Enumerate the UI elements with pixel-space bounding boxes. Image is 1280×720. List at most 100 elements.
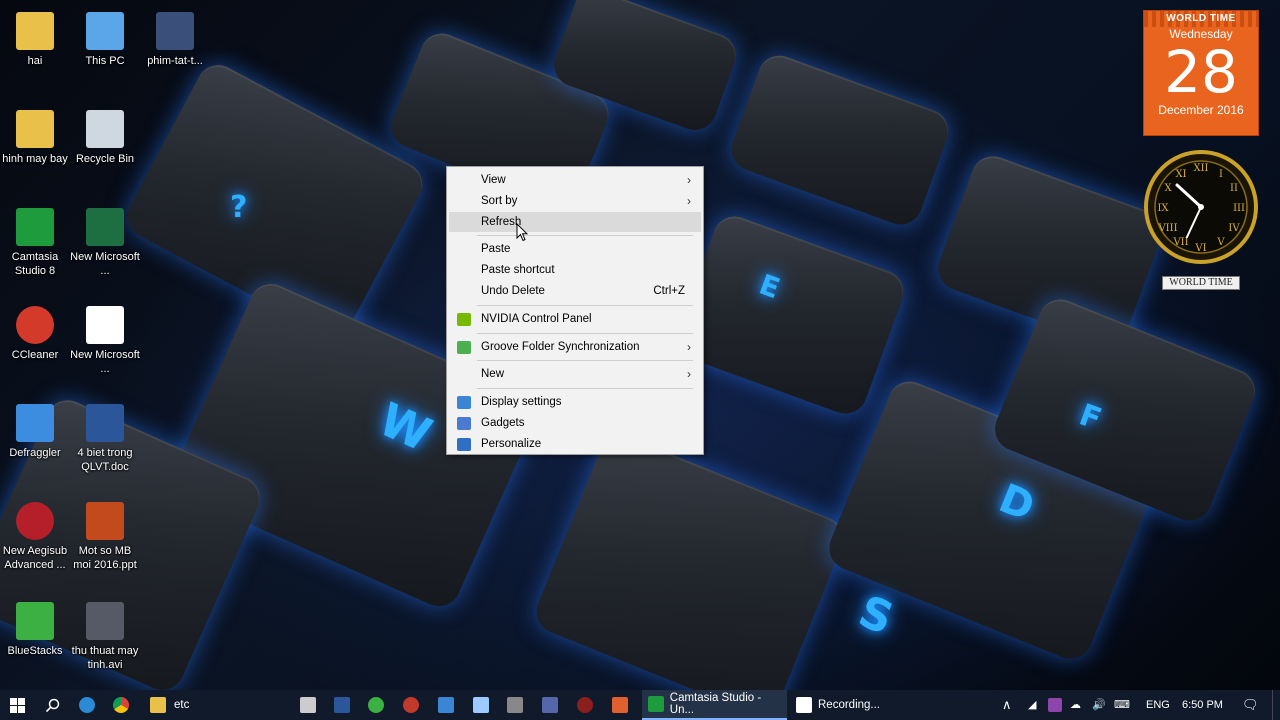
menu-item-paste-shortcut[interactable]: Paste shortcut	[449, 260, 701, 281]
chevron-right-icon: ›	[687, 367, 691, 382]
world-time-label: WORLD TIME	[1162, 276, 1240, 290]
desktop-icon-bluestacks[interactable]: BlueStacks	[0, 602, 71, 658]
taskbar-edge[interactable]	[70, 690, 104, 720]
desktop-icon-this-pc[interactable]: This PC	[69, 12, 141, 68]
desktop-icon-recycle-bin[interactable]: Recycle Bin	[69, 110, 141, 166]
menu-item-paste[interactable]: Paste	[449, 239, 701, 260]
menu-item-view[interactable]: View ›	[449, 170, 701, 191]
desktop-icon-label: 4 biet trong QLVT.doc	[77, 447, 133, 473]
desktop-icon-label: CCleaner	[11, 349, 59, 361]
tray-keyboard-icon[interactable]: ⌨	[1114, 690, 1134, 720]
svg-text:VIII: VIII	[1157, 223, 1177, 234]
groove-icon	[457, 340, 471, 354]
video-file-icon	[86, 602, 124, 640]
defraggler-icon	[16, 404, 54, 442]
app-orange-icon	[612, 697, 628, 713]
menu-item-new[interactable]: New ›	[449, 364, 701, 385]
show-hidden-icons-button[interactable]: ∧	[1002, 690, 1018, 720]
document-file-icon	[86, 306, 124, 344]
taskbar-chrome[interactable]	[104, 690, 138, 720]
taskbar-quick-0[interactable]	[296, 690, 320, 720]
desktop-icon-ppt[interactable]: Mot so MB moi 2016.ppt	[69, 502, 141, 572]
desktop-icon-aegisub[interactable]: New Aegisub Advanced ...	[0, 502, 71, 572]
svg-text:VI: VI	[1194, 243, 1206, 254]
desktop[interactable]: ? W D S E F hai This PC phim-tat-t... hi…	[0, 0, 1280, 690]
edge-icon	[79, 697, 95, 713]
recycle-bin-icon	[86, 110, 124, 148]
desktop-icon-label: Mot so MB moi 2016.ppt	[73, 545, 137, 571]
wallpaper-glow: ?	[230, 190, 248, 225]
notepad-icon	[473, 697, 489, 713]
taskbar-quick-6[interactable]	[503, 690, 527, 720]
menu-item-label: Groove Folder Synchronization	[481, 340, 640, 353]
ccleaner-icon	[16, 306, 54, 344]
app-purple-icon	[1048, 698, 1062, 712]
desktop-icon-hinh-may-bay[interactable]: hinh may bay	[0, 110, 71, 166]
powerpoint-file-icon	[86, 502, 124, 540]
desktop-context-menu: View › Sort by › Refresh Paste Paste short…	[446, 166, 704, 455]
desktop-icon-ccleaner[interactable]: CCleaner	[0, 306, 71, 362]
svg-text:IX: IX	[1157, 203, 1169, 214]
svg-text:I: I	[1219, 169, 1223, 180]
app-gray-icon	[507, 697, 523, 713]
desktop-icon-label: BlueStacks	[7, 645, 63, 657]
camtasia-icon	[16, 208, 54, 246]
desktop-icon-phim-tat[interactable]: phim-tat-t...	[139, 12, 211, 68]
desktop-icon-new-excel[interactable]: New Microsoft ...	[69, 208, 141, 278]
taskbar-quick-1[interactable]	[330, 690, 354, 720]
tray-app-icon[interactable]	[1046, 690, 1064, 720]
start-button[interactable]	[0, 690, 34, 720]
menu-item-nvidia-control-panel[interactable]: NVIDIA Control Panel	[449, 309, 701, 330]
image-file-icon	[156, 12, 194, 50]
menu-item-shortcut: Ctrl+Z	[653, 284, 685, 297]
nvidia-icon	[457, 312, 471, 326]
tray-volume-icon[interactable]: 🔊	[1092, 690, 1108, 720]
menu-separator	[477, 332, 693, 334]
desktop-icon-label: hai	[27, 55, 43, 67]
menu-item-groove-sync[interactable]: Groove Folder Synchronization ›	[449, 337, 701, 358]
world-time-clock[interactable]: XIIIIIVIIX IIIIVV VIIVIIIXXI	[1143, 149, 1259, 265]
desktop-icon-hai[interactable]: hai	[0, 12, 71, 68]
taskbar-quick-5[interactable]	[469, 690, 493, 720]
taskbar-task-label: Camtasia Studio - Un...	[669, 692, 762, 716]
action-center-icon[interactable]: 🗨	[1242, 690, 1260, 720]
taskbar-quick-7[interactable]	[538, 690, 562, 720]
desktop-icon-label: phim-tat-t...	[147, 55, 203, 67]
tray-language[interactable]: ENG	[1146, 690, 1170, 720]
taskbar-quick-2[interactable]	[364, 690, 388, 720]
desktop-icon-video[interactable]: thu thuat may tinh.avi	[69, 602, 141, 672]
desktop-icon-defraggler[interactable]: Defraggler	[0, 404, 71, 460]
computer-icon	[86, 12, 124, 50]
svg-text:X: X	[1164, 183, 1172, 194]
taskbar-quick-3[interactable]	[399, 690, 423, 720]
search-button[interactable]	[36, 690, 68, 720]
desktop-icon-camtasia[interactable]: Camtasia Studio 8	[0, 208, 71, 278]
desktop-icon-word-doc[interactable]: 4 biet trong QLVT.doc	[69, 404, 141, 474]
mouse-cursor-icon	[516, 223, 528, 242]
show-desktop-button[interactable]	[1272, 690, 1280, 720]
app-blue-icon	[438, 697, 454, 713]
folder-icon	[150, 697, 166, 713]
taskbar-quick-8[interactable]	[573, 690, 597, 720]
taskbar-quick-4[interactable]	[434, 690, 458, 720]
taskbar-task-recording[interactable]: Recording...	[790, 690, 930, 720]
menu-item-undo-delete[interactable]: Undo Delete Ctrl+Z	[449, 281, 701, 302]
taskbar-quick-9[interactable]	[608, 690, 632, 720]
aegisub-icon	[16, 502, 54, 540]
tray-cloud-icon[interactable]: ☁	[1070, 690, 1086, 720]
desktop-icon-new-document[interactable]: New Microsoft ...	[69, 306, 141, 376]
menu-item-gadgets[interactable]: Gadgets	[449, 413, 701, 434]
menu-item-display-settings[interactable]: Display settings	[449, 392, 701, 413]
svg-text:III: III	[1233, 203, 1245, 214]
menu-item-label: NVIDIA Control Panel	[481, 312, 592, 325]
taskbar-task-camtasia[interactable]: Camtasia Studio - Un...	[642, 690, 787, 720]
menu-item-personalize[interactable]: Personalize	[449, 434, 701, 455]
menu-item-label: Paste	[481, 243, 511, 256]
taskbar-task-folder[interactable]: etc	[144, 690, 294, 720]
world-time-calendar[interactable]: WORLD TIME Wednesday 28 December 2016	[1143, 10, 1259, 136]
tray-clock[interactable]: 6:50 PM	[1182, 690, 1223, 720]
menu-item-refresh[interactable]: Refresh	[449, 211, 701, 233]
svg-text:XII: XII	[1193, 163, 1208, 174]
tray-network-icon[interactable]: ◢	[1028, 690, 1042, 720]
menu-item-sort-by[interactable]: Sort by ›	[449, 191, 701, 212]
